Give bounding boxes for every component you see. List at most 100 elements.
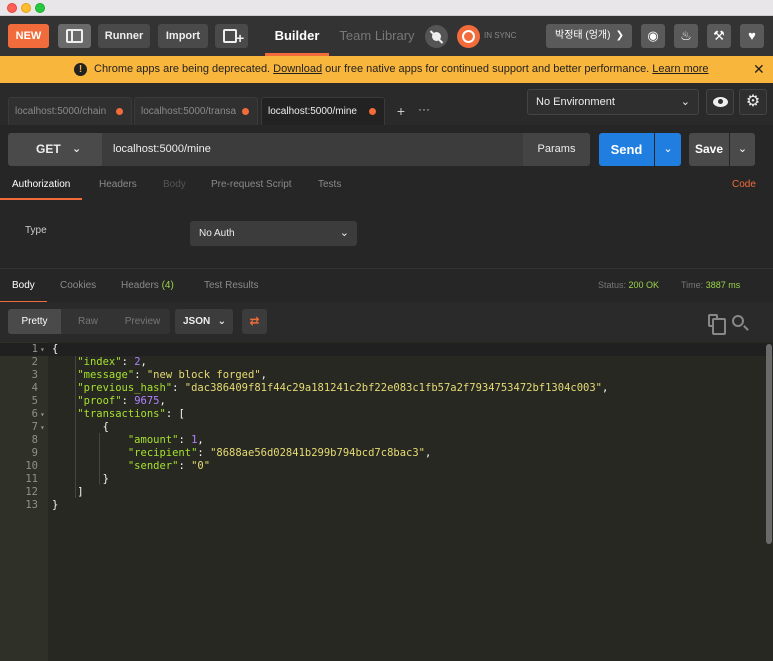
- view-raw[interactable]: Raw: [61, 309, 115, 334]
- sync-icon[interactable]: [457, 25, 480, 48]
- view-mode-switch: Pretty Raw Preview: [8, 309, 170, 334]
- more-tabs-icon[interactable]: ···: [412, 97, 436, 125]
- add-tab-icon[interactable]: +: [391, 97, 411, 125]
- user-menu-button[interactable]: 박정태 (엉개) ❯: [546, 24, 632, 48]
- chevron-down-icon: ⌄: [680, 96, 690, 108]
- value-proof: 9675: [134, 395, 160, 407]
- window-icon: [223, 29, 237, 43]
- save-button[interactable]: Save: [689, 133, 729, 166]
- response-view-bar: Pretty Raw Preview JSON ⌄ ⇄: [0, 302, 773, 342]
- fold-arrow-icon[interactable]: ▾: [40, 343, 45, 356]
- code-line: 9 "recipient": "8688ae56d02841b299b794bc…: [31, 447, 432, 459]
- chevron-down-icon: ⌄: [217, 316, 226, 327]
- auth-type-label: Type: [25, 225, 47, 236]
- download-link[interactable]: Download: [273, 63, 322, 75]
- code-link[interactable]: Code: [732, 173, 756, 200]
- code-line: 5 "proof": 9675,: [31, 395, 166, 407]
- globe-icon[interactable]: ◉: [641, 24, 665, 48]
- code-line: 1 ▾{: [0, 343, 773, 356]
- value-index: 2: [134, 356, 141, 368]
- learn-more-link[interactable]: Learn more: [652, 63, 708, 75]
- value-sender: "0": [191, 460, 211, 472]
- chevron-down-icon: ⌄: [339, 227, 349, 239]
- response-status: Status: 200 OK: [598, 269, 659, 303]
- time-value: 3887 ms: [705, 280, 741, 290]
- toggle-sidebar-button[interactable]: [58, 24, 91, 48]
- send-button[interactable]: Send: [599, 133, 654, 166]
- nav-team-library[interactable]: Team Library: [338, 16, 416, 56]
- value-recipient: "8688ae56d02841b299b794bcd7c8bac3": [210, 447, 425, 459]
- runner-button[interactable]: Runner: [98, 24, 150, 48]
- minimize-window-button[interactable]: [21, 3, 31, 13]
- fold-arrow-icon[interactable]: ▾: [40, 421, 45, 434]
- code-line: 13}: [25, 499, 59, 511]
- eye-icon: [713, 97, 728, 107]
- plus-icon: +: [236, 30, 245, 46]
- tab-authorization[interactable]: Authorization: [0, 173, 83, 200]
- format-select[interactable]: JSON ⌄: [175, 309, 233, 334]
- environment-quick-look-button[interactable]: [706, 89, 734, 115]
- wrap-lines-icon[interactable]: ⇄: [242, 309, 267, 334]
- save-options-chevron-icon[interactable]: ⌄: [730, 133, 755, 166]
- bell-icon[interactable]: ♨: [674, 24, 698, 48]
- nav-builder[interactable]: Builder: [265, 16, 329, 56]
- tab-response-headers[interactable]: Headers (4): [121, 269, 174, 303]
- code-line: 4 "previous_hash": "dac386409f81f44c29a1…: [31, 382, 609, 394]
- zoom-window-button[interactable]: [35, 3, 45, 13]
- status-label: Status:: [598, 280, 627, 290]
- fold-arrow-icon[interactable]: ▾: [40, 408, 45, 421]
- banner-text: Chrome apps are being deprecated.: [94, 63, 274, 75]
- request-section-tabs: Authorization Headers Body Pre-request S…: [0, 173, 773, 200]
- new-button[interactable]: NEW: [8, 24, 49, 48]
- format-value: JSON: [183, 316, 211, 327]
- auth-type-select[interactable]: No Auth ⌄: [190, 221, 357, 246]
- wrench-icon[interactable]: ⚒: [707, 24, 731, 48]
- import-button[interactable]: Import: [158, 24, 208, 48]
- method-select[interactable]: GET ⌄: [8, 133, 102, 166]
- code-line: 3 "message": "new block forged",: [31, 369, 267, 381]
- chevron-down-icon: ❯: [615, 30, 624, 41]
- time-label: Time:: [681, 280, 704, 290]
- new-window-button[interactable]: +: [215, 24, 248, 48]
- tab-mine[interactable]: localhost:5000/mine: [261, 97, 385, 125]
- tab-label: localhost:5000/chain: [15, 106, 107, 117]
- params-button[interactable]: Params: [523, 133, 590, 166]
- unsaved-dot-icon: [242, 108, 249, 115]
- tab-cookies[interactable]: Cookies: [60, 269, 96, 303]
- url-input[interactable]: localhost:5000/mine: [102, 133, 523, 166]
- editor-scrollbar[interactable]: [766, 344, 772, 544]
- code-line: 7 ▾ {: [31, 421, 109, 434]
- gear-icon[interactable]: ⚙: [739, 89, 767, 115]
- copy-icon[interactable]: [708, 314, 726, 335]
- response-body-editor[interactable]: 1 ▾{ 2 "index": 2, 3 "message": "new bloc…: [0, 342, 773, 661]
- chevron-down-icon: ⌄: [72, 143, 82, 155]
- sync-status: IN SYNC: [484, 31, 517, 40]
- window-titlebar: [0, 0, 773, 16]
- tab-chain[interactable]: localhost:5000/chain: [8, 97, 132, 125]
- tab-pre-request-script[interactable]: Pre-request Script: [211, 173, 292, 200]
- tab-test-results[interactable]: Test Results: [204, 269, 258, 303]
- request-tabs-bar: localhost:5000/chain localhost:5000/tran…: [0, 83, 773, 125]
- environment-select[interactable]: No Environment ⌄: [527, 89, 699, 115]
- code-line: 2 "index": 2,: [31, 356, 147, 368]
- search-icon[interactable]: [732, 315, 744, 327]
- request-builder: GET ⌄ localhost:5000/mine Params Send ⌄ …: [0, 125, 773, 268]
- tab-body[interactable]: Body: [163, 173, 186, 200]
- close-banner-icon[interactable]: ✕: [753, 56, 765, 83]
- view-preview[interactable]: Preview: [115, 309, 170, 334]
- tab-headers[interactable]: Headers: [99, 173, 137, 200]
- tab-response-body[interactable]: Body: [0, 269, 47, 303]
- send-options-chevron-icon[interactable]: ⌄: [655, 133, 681, 166]
- user-name: 박정태 (엉개): [555, 30, 611, 41]
- auth-type-value: No Auth: [199, 228, 235, 239]
- deprecation-banner: ! Chrome apps are being deprecated. Down…: [0, 56, 773, 83]
- tab-transactions[interactable]: localhost:5000/transa: [134, 97, 258, 125]
- interceptor-icon[interactable]: [425, 25, 448, 48]
- close-window-button[interactable]: [7, 3, 17, 13]
- heart-icon[interactable]: ♥: [740, 24, 764, 48]
- code-line: 6 ▾ "transactions": [: [31, 408, 185, 421]
- code-line: 11 }: [25, 473, 109, 485]
- view-pretty[interactable]: Pretty: [8, 309, 61, 334]
- tab-tests[interactable]: Tests: [318, 173, 341, 200]
- sidebar-layout-icon: [66, 29, 83, 43]
